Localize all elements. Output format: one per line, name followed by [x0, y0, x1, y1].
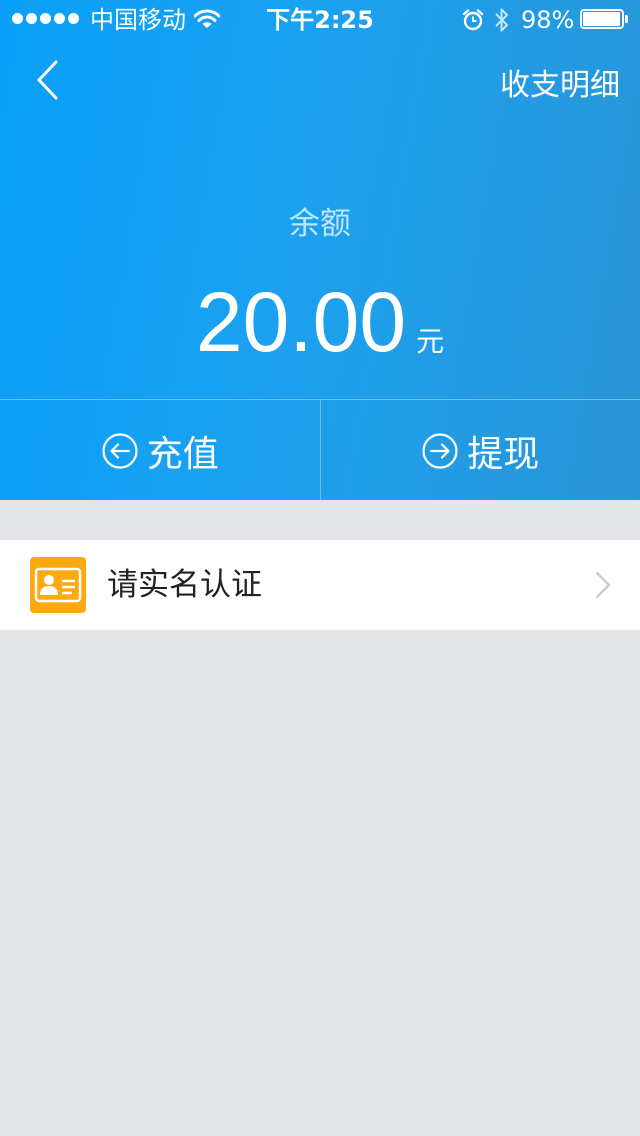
- bluetooth-icon: [494, 6, 510, 34]
- verify-label: 请实名认证: [107, 567, 262, 603]
- balance-unit: 元: [416, 325, 445, 358]
- battery-percentage: 98%: [521, 6, 575, 34]
- real-name-verification-row[interactable]: 请实名认证: [0, 540, 640, 630]
- back-button[interactable]: [24, 54, 74, 108]
- arrow-right-circle-icon: [421, 432, 459, 470]
- arrow-left-circle-icon: [101, 432, 139, 470]
- recharge-label: 充值: [146, 433, 219, 475]
- withdraw-label: 提现: [467, 433, 540, 475]
- balance-amount: 20.00: [195, 275, 407, 369]
- chevron-right-icon: [594, 570, 612, 600]
- balance-display: 20.00 元: [0, 276, 640, 368]
- battery-level-fill: [583, 12, 620, 26]
- id-card-icon: [30, 557, 86, 613]
- alarm-clock-icon: [462, 9, 484, 31]
- status-bar: 中国移动 下午2:25 98%: [0, 0, 640, 40]
- balance-label: 余额: [289, 206, 351, 242]
- chevron-left-icon: [24, 54, 74, 108]
- wallet-header: 中国移动 下午2:25 98% 收支明细 余额 20.00 元 充值 提现: [0, 0, 640, 501]
- battery-icon: [580, 9, 630, 31]
- wallet-actions: 充值 提现: [0, 399, 640, 501]
- transaction-details-link[interactable]: 收支明细: [500, 66, 620, 106]
- withdraw-button[interactable]: 提现: [319, 400, 640, 501]
- recharge-button[interactable]: 充值: [0, 400, 320, 501]
